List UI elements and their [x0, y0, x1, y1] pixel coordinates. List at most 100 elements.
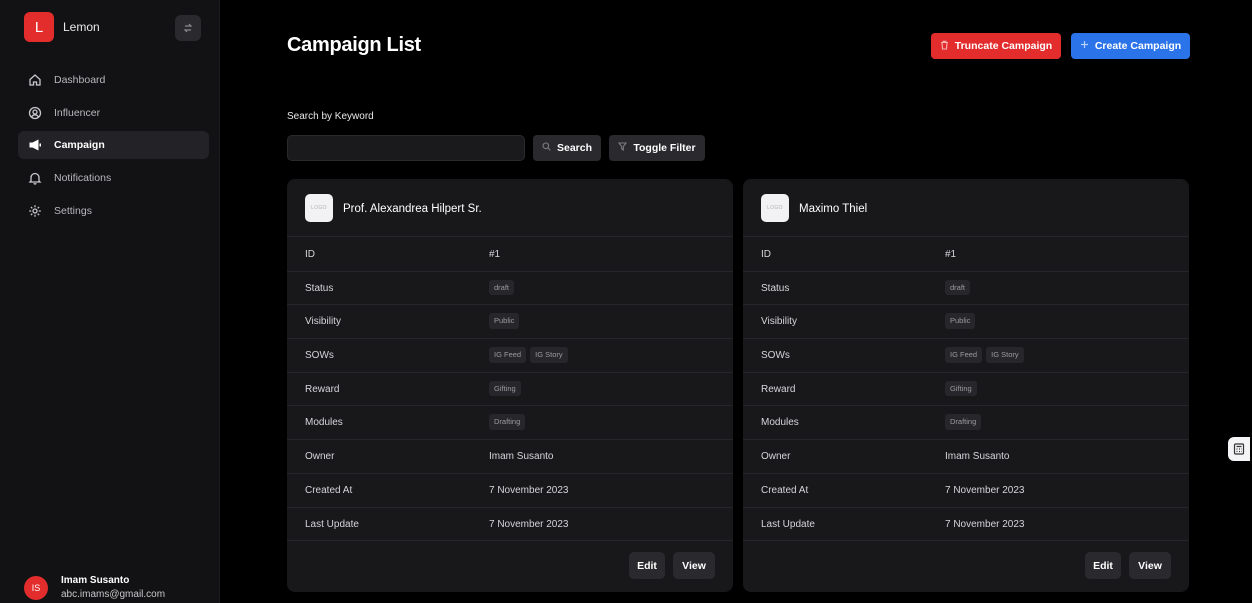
- reward-badge: Gifting: [489, 380, 521, 397]
- table-row: Modules Drafting: [743, 406, 1189, 441]
- row-label-sows: SOWs: [761, 350, 790, 362]
- table-row: Created At 7 November 2023: [743, 474, 1189, 508]
- row-label-sows: SOWs: [305, 350, 334, 362]
- campaign-card-header: LOGO Prof. Alexandrea Hilpert Sr.: [287, 179, 733, 237]
- app-window: L Lemon Dashboard Influencer Campaign No…: [0, 0, 1252, 603]
- sidebar-item-campaign[interactable]: Campaign: [18, 131, 209, 160]
- gear-icon: [28, 204, 42, 218]
- campaign-details: ID #1 Status draft Visibility Public SOW…: [743, 238, 1189, 542]
- row-label-id: ID: [305, 249, 315, 260]
- row-label-reward: Reward: [305, 383, 340, 395]
- campaign-logo: LOGO: [305, 194, 333, 222]
- sidebar-item-influencer[interactable]: Influencer: [18, 99, 209, 127]
- row-label-status: Status: [761, 282, 790, 294]
- search-icon: [542, 142, 551, 154]
- table-row: Reward Gifting: [743, 373, 1189, 407]
- user-email: abc.imams@gmail.com: [61, 589, 166, 600]
- campaign-logo: LOGO: [761, 194, 789, 222]
- calculator-icon[interactable]: [1228, 437, 1250, 461]
- table-row: Last Update 7 November 2023: [287, 508, 733, 542]
- table-row: ID #1: [743, 238, 1189, 272]
- sidebar-item-notifications[interactable]: Notifications: [18, 164, 209, 192]
- search-input[interactable]: [287, 135, 525, 161]
- edit-button[interactable]: Edit: [629, 552, 665, 579]
- row-label-last-update: Last Update: [305, 518, 359, 530]
- search-button[interactable]: Search: [533, 135, 601, 161]
- view-button[interactable]: View: [673, 552, 715, 579]
- create-campaign-button[interactable]: Create Campaign: [1071, 33, 1190, 59]
- plus-icon: [1080, 40, 1089, 52]
- sow-badge: IG Feed: [945, 347, 983, 363]
- view-button[interactable]: View: [1129, 552, 1171, 579]
- row-label-created-at: Created At: [305, 484, 353, 496]
- sidebar: L Lemon Dashboard Influencer Campaign No…: [0, 0, 220, 603]
- bell-icon: [28, 171, 42, 185]
- campaign-last-update: 7 November 2023: [945, 518, 1025, 530]
- card-actions: Edit View: [1077, 552, 1171, 579]
- campaign-created-at: 7 November 2023: [489, 484, 569, 496]
- brand: L Lemon: [24, 12, 204, 44]
- sidebar-toggle-icon[interactable]: [175, 15, 201, 41]
- table-row: Modules Drafting: [287, 406, 733, 441]
- sow-badge: IG Feed: [489, 347, 527, 363]
- sidebar-item-settings[interactable]: Settings: [18, 197, 209, 225]
- search-button-label: Search: [556, 142, 593, 154]
- truncate-campaign-button[interactable]: Truncate Campaign: [931, 33, 1061, 59]
- search-label: Search by Keyword: [287, 111, 374, 122]
- row-label-visibility: Visibility: [305, 316, 341, 328]
- truncate-campaign-label: Truncate Campaign: [954, 40, 1053, 52]
- table-row: ID #1: [287, 238, 733, 272]
- row-label-modules: Modules: [761, 417, 799, 429]
- user-name: Imam Susanto: [61, 575, 130, 586]
- home-icon: [28, 73, 42, 87]
- campaign-owner: Imam Susanto: [945, 451, 1010, 463]
- module-badge: Drafting: [945, 414, 982, 430]
- card-actions: Edit View: [621, 552, 715, 579]
- status-badge: draft: [489, 279, 515, 296]
- table-row: Status draft: [287, 272, 733, 306]
- row-label-status: Status: [305, 282, 334, 294]
- campaign-created-at: 7 November 2023: [945, 484, 1025, 496]
- reward-badge: Gifting: [945, 380, 977, 397]
- user-profile[interactable]: IS Imam Susanto abc.imams@gmail.com: [24, 573, 214, 601]
- table-row: Last Update 7 November 2023: [743, 508, 1189, 542]
- user-circle-icon: [28, 106, 42, 120]
- filter-icon: [618, 142, 628, 154]
- row-label-id: ID: [761, 249, 771, 260]
- sidebar-nav: Dashboard Influencer Campaign Notificati…: [18, 66, 209, 229]
- brand-name: Lemon: [63, 20, 100, 34]
- campaign-id: #1: [489, 249, 501, 260]
- status-badge: draft: [945, 279, 971, 296]
- row-label-modules: Modules: [305, 417, 343, 429]
- module-badge: Drafting: [489, 414, 526, 430]
- create-campaign-label: Create Campaign: [1094, 40, 1182, 52]
- visibility-badge: Public: [489, 313, 520, 329]
- sow-badge: IG Story: [530, 347, 568, 363]
- row-label-visibility: Visibility: [761, 316, 797, 328]
- sidebar-item-label: Settings: [54, 204, 92, 217]
- sidebar-item-label: Campaign: [54, 139, 105, 152]
- campaign-name: Prof. Alexandrea Hilpert Sr.: [343, 203, 482, 215]
- campaign-name: Maximo Thiel: [799, 203, 868, 215]
- sidebar-item-label: Influencer: [54, 106, 101, 119]
- campaign-id: #1: [945, 249, 957, 260]
- table-row: Visibility Public: [743, 305, 1189, 340]
- brand-logo: L: [24, 12, 54, 42]
- trash-icon: [940, 40, 949, 53]
- campaign-card-header: LOGO Maximo Thiel: [743, 179, 1189, 237]
- campaign-details: ID #1 Status draft Visibility Public SOW…: [287, 238, 733, 542]
- row-label-last-update: Last Update: [761, 518, 815, 530]
- avatar: IS: [24, 576, 48, 600]
- campaign-card: LOGO Maximo Thiel ID #1 Status draft Vis…: [743, 179, 1189, 592]
- row-label-created-at: Created At: [761, 484, 809, 496]
- toggle-filter-label: Toggle Filter: [633, 142, 696, 154]
- toggle-filter-button[interactable]: Toggle Filter: [609, 135, 705, 161]
- edit-button[interactable]: Edit: [1085, 552, 1121, 579]
- sidebar-item-dashboard[interactable]: Dashboard: [18, 66, 209, 94]
- sidebar-item-label: Dashboard: [54, 74, 106, 86]
- table-row: Reward Gifting: [287, 373, 733, 407]
- table-row: Owner Imam Susanto: [743, 440, 1189, 474]
- table-row: SOWs IG Feed IG Story: [287, 339, 733, 373]
- table-row: SOWs IG Feed IG Story: [743, 339, 1189, 373]
- visibility-badge: Public: [945, 313, 976, 329]
